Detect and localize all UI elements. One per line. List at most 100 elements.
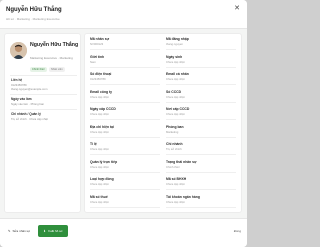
- field-label: Mã đăng nhập: [166, 37, 189, 41]
- modal-header: Nguyễn Hữu Thắng Hồ sơ · Marketing · Mar…: [0, 0, 247, 29]
- edit-employee-button[interactable]: ✎ Sửa nhân sự: [5, 227, 33, 236]
- field-value: Chính thức: [166, 164, 180, 169]
- detail-field: Mã số thuế Chưa cập nhật: [90, 195, 160, 211]
- type-badge: Nhân viên: [49, 67, 65, 72]
- field-label: Tỉ lệ: [90, 142, 97, 146]
- detail-field: Email công ty Chưa cập nhật: [90, 90, 160, 106]
- field-value: Chưa cập nhật: [90, 182, 109, 186]
- field-label: Địa chỉ hiện tại: [90, 124, 114, 129]
- field-underline: [166, 136, 236, 138]
- divider: [10, 75, 77, 76]
- close-icon[interactable]: ✕: [232, 4, 242, 14]
- detail-field: Số CCCD Chưa cập nhật: [166, 90, 236, 106]
- field-value: Chưa cập nhật: [166, 77, 185, 81]
- field-label: Trạng thái nhân sự: [166, 159, 197, 164]
- detail-field: Địa chỉ hiện tại Chưa cập nhật: [90, 125, 160, 141]
- profile-card: Nguyễn Hữu Thắng Marketing Executive · M…: [4, 33, 81, 213]
- field-value: 0123456789: [90, 77, 106, 81]
- field-value: Chưa cập nhật: [90, 129, 109, 134]
- status-badge: Chính thức: [30, 67, 47, 72]
- divider: [10, 109, 77, 110]
- field-value: Chưa cập nhật: [90, 94, 109, 99]
- contact-label: Liên hệ: [11, 78, 23, 82]
- field-underline: [166, 119, 236, 120]
- field-label: Giới tính: [90, 54, 105, 59]
- join-date-label: Ngày vào làm: [11, 97, 32, 101]
- detail-field: Trạng thái nhân sự Chính thức: [166, 160, 236, 176]
- detail-field: Quản lý trực tiếp Chưa cập nhật: [90, 160, 160, 176]
- field-label: Ngày sinh: [166, 54, 183, 59]
- field-underline: [90, 49, 160, 50]
- field-label: Mã số thuế: [90, 194, 108, 199]
- modal-footer: ✎ Sửa nhân sự ⬇ Xuất hồ sơ Đóng: [0, 218, 247, 247]
- branch-manager-label: Chi nhánh / Quản lý: [11, 112, 41, 116]
- employee-role: Marketing Executive · Marketing: [30, 56, 73, 60]
- field-underline: [166, 84, 236, 85]
- avatar: [10, 42, 27, 59]
- employee-profile-modal: Nguyễn Hữu Thắng Hồ sơ · Marketing · Mar…: [0, 0, 247, 247]
- detail-field: Mã nhân sự NV000123: [90, 37, 160, 53]
- field-label: Mã nhân sự: [90, 37, 110, 41]
- detail-field: Số điện thoại 0123456789: [90, 72, 160, 88]
- export-profile-button[interactable]: ⬇ Xuất hồ sơ: [38, 225, 68, 237]
- field-value: Marketing: [166, 129, 179, 134]
- detail-field: Loại hợp đồng Chưa cập nhật: [90, 177, 160, 193]
- field-value: Chưa cập nhật: [90, 112, 109, 116]
- branch-manager-value: Trụ sở chính · Chưa cập nhật: [11, 117, 48, 121]
- detail-field: Giới tính Nam: [90, 55, 160, 71]
- field-underline: [166, 154, 236, 155]
- field-value: Chưa cập nhật: [90, 164, 109, 169]
- field-value: NV000123: [90, 42, 104, 46]
- field-underline: [166, 101, 236, 103]
- field-underline: [166, 171, 236, 173]
- contact-email: thang.nguyen@example.com: [11, 87, 48, 91]
- field-underline: [90, 66, 160, 68]
- field-label: Ngày cấp CCCD: [90, 107, 116, 111]
- field-label: Loại hợp đồng: [90, 177, 114, 181]
- field-label: Chi nhánh: [166, 142, 183, 146]
- field-value: Nam: [90, 59, 96, 64]
- edit-button-label: Sửa nhân sự: [12, 229, 31, 233]
- close-button[interactable]: Đóng: [234, 227, 241, 236]
- details-card: Mã nhân sự NV000123 Giới tính Nam Số điện th…: [84, 33, 242, 213]
- field-underline: [166, 206, 236, 208]
- field-value: Chưa cập nhật: [166, 59, 185, 64]
- field-label: Email cá nhân: [166, 72, 189, 76]
- field-underline: [90, 84, 160, 85]
- export-button-label: Xuất hồ sơ: [47, 229, 63, 233]
- detail-field: Tài khoản ngân hàng Chưa cập nhật: [166, 195, 236, 211]
- download-icon: ⬇: [43, 229, 46, 233]
- field-value: Chưa cập nhật: [90, 147, 109, 151]
- field-underline: [166, 49, 236, 50]
- field-value: Trụ sở chính: [166, 147, 182, 151]
- page-title: Nguyễn Hữu Thắng: [6, 7, 62, 13]
- detail-field: Phòng ban Marketing: [166, 125, 236, 141]
- field-label: Email công ty: [90, 89, 113, 94]
- field-value: thang.nguyen: [166, 42, 183, 46]
- join-date-value: Ngày vào làm · Phòng ban: [11, 102, 45, 106]
- field-underline: [90, 101, 160, 103]
- field-value: Chưa cập nhật: [166, 94, 185, 99]
- divider: [10, 94, 77, 95]
- detail-field: Chi nhánh Trụ sở chính: [166, 142, 236, 158]
- field-label: Tài khoản ngân hàng: [166, 194, 200, 199]
- field-underline: [166, 189, 236, 190]
- field-label: Nơi cấp CCCD: [166, 107, 190, 111]
- field-label: Số CCCD: [166, 89, 182, 94]
- field-label: Số điện thoại: [90, 72, 112, 76]
- field-value: Chưa cập nhật: [90, 199, 109, 204]
- field-underline: [90, 136, 160, 138]
- field-value: Chưa cập nhật: [166, 182, 185, 186]
- detail-field: Ngày cấp CCCD Chưa cập nhật: [90, 107, 160, 123]
- detail-field: Nơi cấp CCCD Chưa cập nhật: [166, 107, 236, 123]
- field-underline: [90, 171, 160, 173]
- detail-field: Email cá nhân Chưa cập nhật: [166, 72, 236, 88]
- field-label: Mã số BHXH: [166, 177, 187, 181]
- field-value: Chưa cập nhật: [166, 112, 185, 116]
- pencil-icon: ✎: [8, 229, 11, 233]
- field-label: Quản lý trực tiếp: [90, 159, 118, 164]
- field-underline: [90, 154, 160, 155]
- detail-field: Ngày sinh Chưa cập nhật: [166, 55, 236, 71]
- page-subtitle: Hồ sơ · Marketing · Marketing Executive: [6, 17, 60, 21]
- detail-field: Mã đăng nhập thang.nguyen: [166, 37, 236, 53]
